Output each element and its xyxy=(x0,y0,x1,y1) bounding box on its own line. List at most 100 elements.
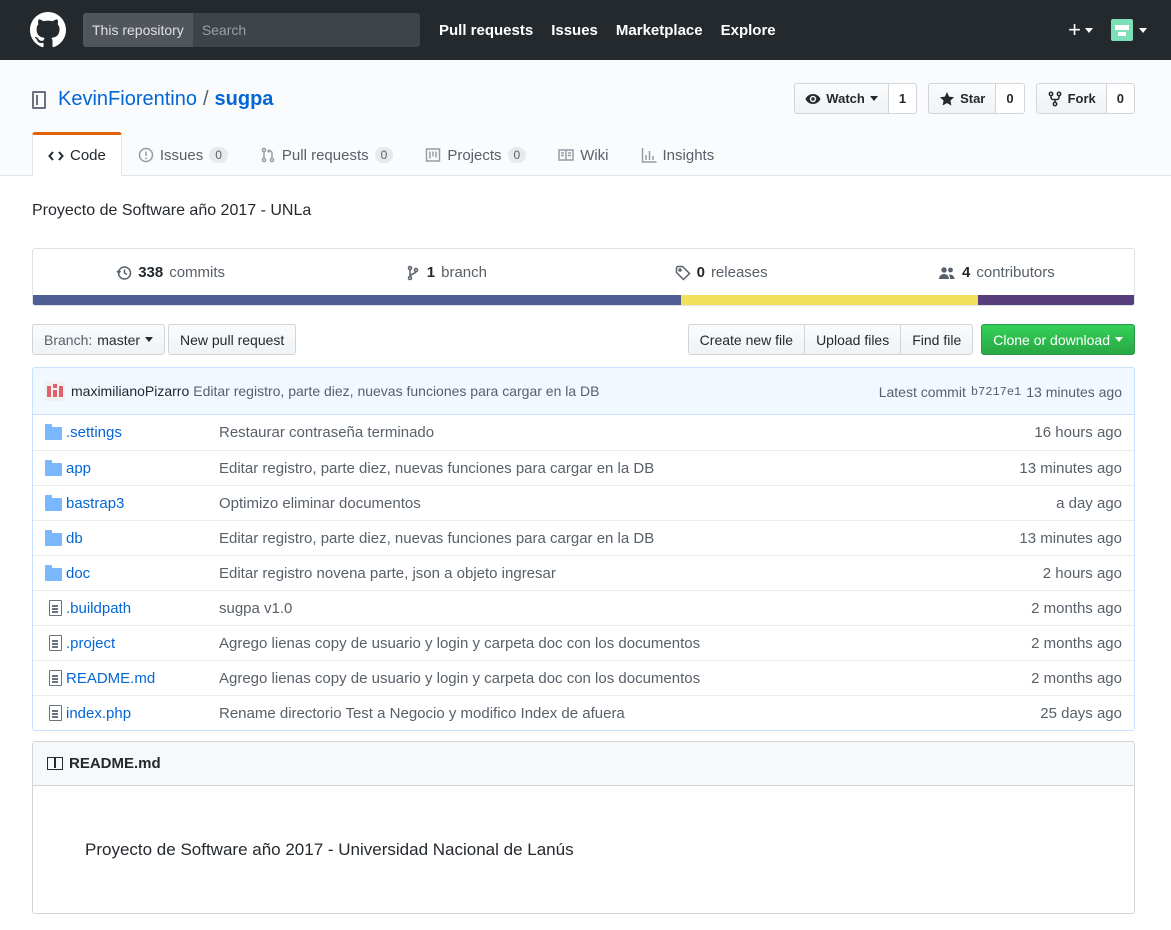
table-row: .settings Restaurar contraseña terminado 1… xyxy=(33,415,1134,450)
clone-label: Clone or download xyxy=(993,331,1110,348)
icon-cell xyxy=(33,529,66,546)
avatar xyxy=(1111,19,1133,41)
book-icon xyxy=(47,757,63,770)
tab-wiki[interactable]: Wiki xyxy=(542,132,624,176)
code-icon xyxy=(48,150,64,161)
tab-code[interactable]: Code xyxy=(32,132,122,177)
file-icon xyxy=(49,670,62,686)
file-name-link[interactable]: .project xyxy=(66,635,219,652)
tab-label: Issues xyxy=(159,146,204,164)
file-age: 13 minutes ago xyxy=(1019,529,1122,547)
branch-select-button[interactable]: Branch: master xyxy=(32,324,166,355)
file-age: 16 hours ago xyxy=(1034,424,1122,441)
folder-icon xyxy=(45,564,62,581)
nav-pull-requests[interactable]: Pull requests xyxy=(439,22,533,39)
file-commit-message-link[interactable]: Rename directorio Test a Negocio y modif… xyxy=(219,705,625,722)
search-input[interactable] xyxy=(192,13,420,47)
nav-marketplace[interactable]: Marketplace xyxy=(616,22,703,39)
branches-link[interactable]: 1 branch xyxy=(308,249,583,296)
file-commit-message-link[interactable]: Agrego lienas copy de usuario y login y … xyxy=(219,670,700,687)
tab-label: Projects xyxy=(447,146,502,164)
tab-projects[interactable]: Projects 0 xyxy=(409,132,542,176)
language-segment[interactable] xyxy=(33,295,682,305)
eye-icon xyxy=(805,93,821,104)
file-name-link[interactable]: db xyxy=(66,530,219,547)
branch-label: branch xyxy=(441,264,487,281)
file-table: .settings Restaurar contraseña terminado 1… xyxy=(33,415,1134,730)
file-name-link[interactable]: app xyxy=(66,460,219,477)
contributors-count: 4 xyxy=(962,264,971,281)
star-count[interactable]: 0 xyxy=(996,83,1025,114)
file-name-link[interactable]: doc xyxy=(66,565,219,582)
file-commit-message-link[interactable]: sugpa v1.0 xyxy=(219,600,292,617)
icon-cell xyxy=(33,600,66,616)
fork-label: Fork xyxy=(1067,91,1096,106)
watch-button[interactable]: Watch xyxy=(794,83,889,114)
nav-explore[interactable]: Explore xyxy=(721,22,776,39)
graph-icon xyxy=(641,148,657,163)
search-scope-badge[interactable]: This repository xyxy=(83,13,193,47)
table-row: .buildpath sugpa v1.0 2 months ago xyxy=(33,590,1134,625)
tab-counter: 0 xyxy=(507,147,527,163)
watch-label: Watch xyxy=(826,91,865,106)
tab-counter: 0 xyxy=(374,147,394,163)
latest-commit-label: Latest commit xyxy=(878,383,966,400)
file-navigation: Branch: master New pull request Create n… xyxy=(32,324,1135,355)
upload-files-button[interactable]: Upload files xyxy=(804,324,902,355)
clone-or-download-button[interactable]: Clone or download xyxy=(981,324,1135,355)
tab-issues[interactable]: Issues 0 xyxy=(122,132,244,176)
watch-count[interactable]: 1 xyxy=(888,83,918,114)
table-row: README.md Agrego lienas copy de usuario y… xyxy=(33,660,1134,695)
releases-label: releases xyxy=(710,264,768,281)
file-name-link[interactable]: .buildpath xyxy=(66,600,219,617)
file-age: 2 months ago xyxy=(1031,634,1122,652)
repo-header: KevinFiorentino / sugpa Watch 1 Star 0 F… xyxy=(0,60,1171,177)
file-name-link[interactable]: bastrap3 xyxy=(66,495,219,512)
tab-pull-requests[interactable]: Pull requests 0 xyxy=(244,132,409,176)
tab-label: Wiki xyxy=(580,146,609,164)
star-button[interactable]: Star xyxy=(928,83,997,114)
table-row: doc Editar registro novena parte, json a … xyxy=(33,555,1134,590)
tab-insights[interactable]: Insights xyxy=(625,132,731,176)
language-bar[interactable] xyxy=(33,295,1134,305)
new-pull-request-button[interactable]: New pull request xyxy=(168,324,297,355)
user-menu-dropdown[interactable] xyxy=(1111,19,1147,41)
avatar[interactable] xyxy=(45,381,65,401)
commit-age: 13 minutes ago xyxy=(1026,383,1122,400)
fork-count[interactable]: 0 xyxy=(1106,83,1135,114)
language-segment[interactable] xyxy=(977,295,1134,305)
file-commit-message-link[interactable]: Restaurar contraseña terminado xyxy=(219,424,434,441)
file-commit-message-link[interactable]: Agrego lienas copy de usuario y login y … xyxy=(219,635,700,652)
file-commit-message-link[interactable]: Editar registro, parte diez, nuevas func… xyxy=(219,530,654,547)
caret-down-icon xyxy=(1115,337,1123,342)
commit-message-link[interactable]: Editar registro, parte diez, nuevas func… xyxy=(193,383,599,399)
releases-link[interactable]: 0 releases xyxy=(584,249,859,296)
file-commit-message-link[interactable]: Editar registro, parte diez, nuevas func… xyxy=(219,460,654,477)
file-button-group: Create new file Upload files Find file xyxy=(687,324,974,355)
create-new-file-button[interactable]: Create new file xyxy=(687,324,806,355)
fork-button[interactable]: Fork xyxy=(1035,83,1107,114)
file-commit-message-link[interactable]: Editar registro novena parte, json a obj… xyxy=(219,565,556,582)
file-commit-message-link[interactable]: Optimizo eliminar documentos xyxy=(219,495,421,512)
contributors-link[interactable]: 4 contributors xyxy=(859,249,1134,296)
file-age: 2 months ago xyxy=(1031,669,1122,687)
commit-author-link[interactable]: maximilianoPizarro xyxy=(71,383,189,399)
table-row: index.php Rename directorio Test a Negoci… xyxy=(33,695,1134,730)
plus-icon: + xyxy=(1068,17,1081,42)
repo-owner-link[interactable]: KevinFiorentino xyxy=(58,88,197,111)
find-file-button[interactable]: Find file xyxy=(900,324,974,355)
file-name-link[interactable]: index.php xyxy=(66,705,219,722)
icon-cell xyxy=(33,494,66,511)
file-name-link[interactable]: .settings xyxy=(66,424,219,441)
repo-name-link[interactable]: sugpa xyxy=(215,88,274,111)
commits-link[interactable]: 338 commits xyxy=(33,249,308,296)
create-new-dropdown[interactable]: + xyxy=(1068,17,1093,43)
path-separator: / xyxy=(202,88,209,110)
github-logo-icon[interactable] xyxy=(30,12,66,48)
nav-issues[interactable]: Issues xyxy=(551,22,598,39)
file-name-link[interactable]: README.md xyxy=(66,670,219,687)
language-segment[interactable] xyxy=(681,295,978,305)
table-row: db Editar registro, parte diez, nuevas fu… xyxy=(33,520,1134,555)
commits-count: 338 xyxy=(138,264,164,281)
commit-sha-link[interactable]: b7217e1 xyxy=(971,385,1021,399)
